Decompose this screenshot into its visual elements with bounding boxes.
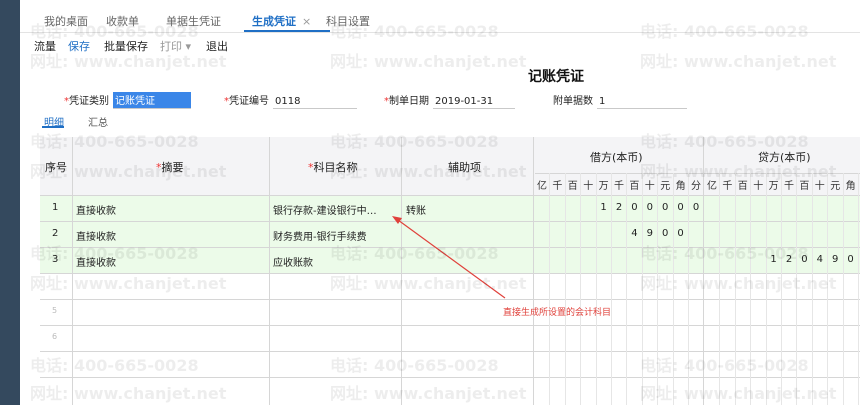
annotation-arrow — [392, 216, 506, 299]
annotation-text: 直接生成所设置的会计科目 — [503, 308, 612, 318]
